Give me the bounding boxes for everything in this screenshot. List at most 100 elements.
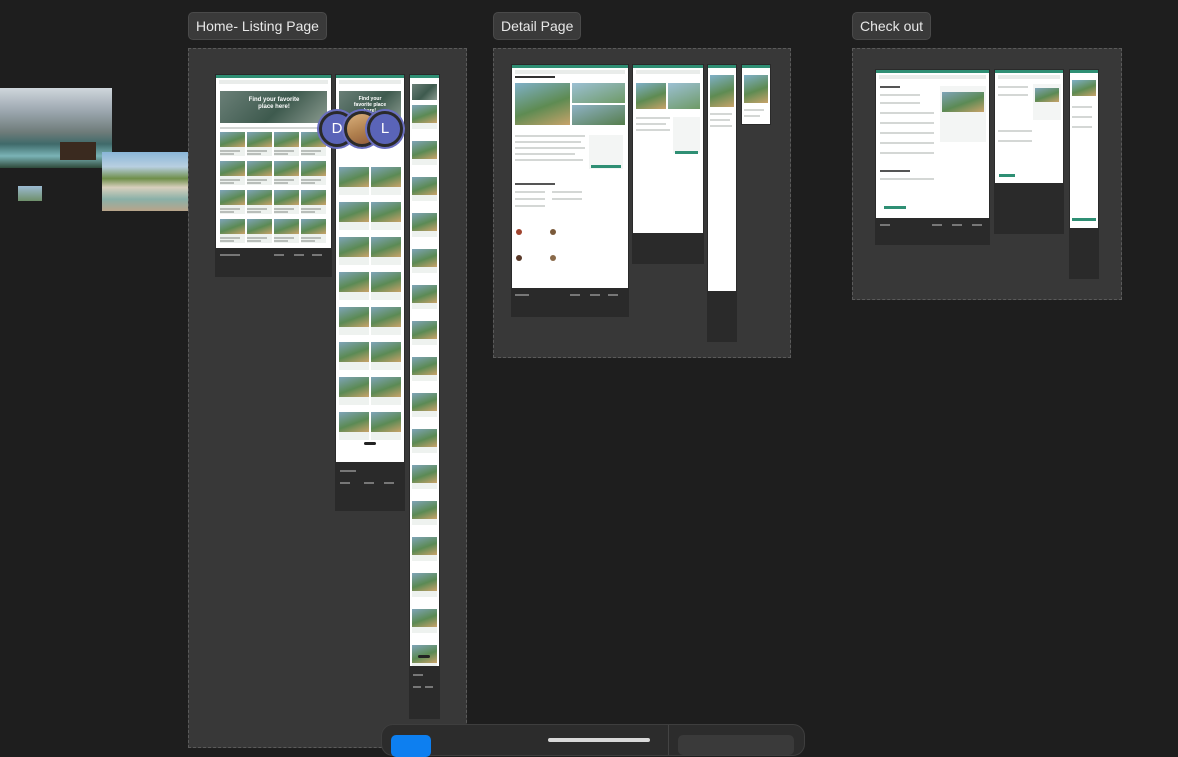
frame-top-bar <box>633 65 703 68</box>
listing-card[interactable] <box>247 219 272 243</box>
listing-card[interactable] <box>301 219 326 243</box>
detail-section[interactable] <box>493 48 791 358</box>
frame-nav <box>998 75 1060 79</box>
hero-banner <box>412 84 437 100</box>
frame-footer <box>1070 228 1098 278</box>
detail-mobile-frame[interactable] <box>708 65 736 341</box>
summary-image <box>1072 80 1096 96</box>
listing-card[interactable] <box>371 342 401 370</box>
reserve-button[interactable] <box>675 151 698 154</box>
listing-card[interactable] <box>371 272 401 300</box>
detail-title <box>515 76 555 78</box>
frame-top-bar <box>336 75 404 78</box>
listing-card[interactable] <box>412 249 437 273</box>
listing-card[interactable] <box>412 321 437 345</box>
confirm-pay-button[interactable] <box>1072 218 1096 221</box>
listing-card[interactable] <box>412 609 437 633</box>
listing-card[interactable] <box>412 429 437 453</box>
bottom-toolbar <box>381 724 805 757</box>
confirm-pay-button[interactable] <box>999 174 1015 177</box>
detail-mobile-small-frame[interactable] <box>742 65 770 124</box>
section-label-home[interactable]: Home- Listing Page <box>188 12 327 40</box>
reviewer-avatar <box>550 229 556 235</box>
frame-nav <box>515 70 625 74</box>
listing-card[interactable] <box>412 141 437 165</box>
listing-card[interactable] <box>301 161 326 185</box>
listing-card[interactable] <box>412 105 437 129</box>
checkout-mobile-frame[interactable] <box>1070 70 1098 278</box>
home-section[interactable]: Find your favorite place here! Find your… <box>188 48 467 748</box>
reserve-button[interactable] <box>591 165 621 168</box>
toolbar-segment[interactable] <box>678 735 794 755</box>
toolbar-pill[interactable] <box>548 738 650 742</box>
listing-card[interactable] <box>371 167 401 195</box>
checkout-desktop-frame[interactable] <box>876 70 989 244</box>
section-label-checkout[interactable]: Check out <box>852 12 932 40</box>
listing-card[interactable] <box>274 132 299 156</box>
listing-card[interactable] <box>339 412 369 440</box>
listing-card[interactable] <box>220 190 245 214</box>
order-summary-card <box>1033 84 1061 120</box>
detail-desktop-frame[interactable] <box>512 65 628 316</box>
listing-card[interactable] <box>247 190 272 214</box>
listing-card[interactable] <box>339 342 369 370</box>
frame-top-bar <box>1070 70 1098 73</box>
section-label-detail[interactable]: Detail Page <box>493 12 582 40</box>
load-more-button[interactable] <box>418 655 430 658</box>
reviewer-avatar <box>516 255 522 261</box>
checkout-tablet-frame[interactable] <box>995 70 1063 233</box>
listing-card[interactable] <box>247 132 272 156</box>
listing-card[interactable] <box>371 202 401 230</box>
collaborator-avatar-l[interactable]: L <box>367 111 403 147</box>
move-tool-button[interactable] <box>391 735 431 757</box>
hero-banner: Find your favorite place here! <box>220 91 327 123</box>
listing-card[interactable] <box>412 393 437 417</box>
listing-card[interactable] <box>274 219 299 243</box>
listing-card[interactable] <box>412 357 437 381</box>
listing-card[interactable] <box>339 237 369 265</box>
frame-top-bar <box>742 65 770 68</box>
listing-card[interactable] <box>412 573 437 597</box>
listing-card[interactable] <box>412 177 437 201</box>
listing-card[interactable] <box>371 237 401 265</box>
listing-card[interactable] <box>220 219 245 243</box>
listing-card[interactable] <box>274 161 299 185</box>
villa-pool-image[interactable] <box>102 152 191 211</box>
listing-card[interactable] <box>412 537 437 561</box>
listing-card[interactable] <box>412 501 437 525</box>
frame-footer <box>633 233 703 263</box>
listing-card[interactable] <box>220 161 245 185</box>
home-mobile-frame[interactable] <box>410 75 439 718</box>
gallery-side-image <box>668 83 700 109</box>
listing-card[interactable] <box>371 412 401 440</box>
listing-card[interactable] <box>301 190 326 214</box>
checkout-section[interactable] <box>852 48 1122 300</box>
listing-card[interactable] <box>412 285 437 309</box>
listing-card[interactable] <box>371 377 401 405</box>
listing-card[interactable] <box>274 190 299 214</box>
confirm-pay-button[interactable] <box>884 206 906 209</box>
load-more-button[interactable] <box>364 442 376 445</box>
listing-card[interactable] <box>339 377 369 405</box>
listing-card[interactable] <box>412 213 437 237</box>
gallery-main-image <box>710 75 734 107</box>
frame-footer <box>410 666 439 718</box>
listing-card[interactable] <box>339 167 369 195</box>
listing-card[interactable] <box>339 307 369 335</box>
listing-card[interactable] <box>247 161 272 185</box>
home-desktop-frame[interactable]: Find your favorite place here! <box>216 75 331 276</box>
listing-card[interactable] <box>412 465 437 489</box>
frame-nav <box>219 80 328 84</box>
listing-card[interactable] <box>339 202 369 230</box>
detail-tablet-frame[interactable] <box>633 65 703 263</box>
frame-footer <box>512 288 628 316</box>
booking-card[interactable] <box>673 117 700 153</box>
listing-card[interactable] <box>220 132 245 156</box>
avatar-initial: D <box>331 120 343 137</box>
small-thumbnail-image[interactable] <box>18 186 42 201</box>
toolbar-divider <box>668 725 669 755</box>
booking-card[interactable] <box>589 135 623 169</box>
listing-card[interactable] <box>371 307 401 335</box>
hero-title: Find your favorite place here! <box>248 97 300 110</box>
listing-card[interactable] <box>339 272 369 300</box>
